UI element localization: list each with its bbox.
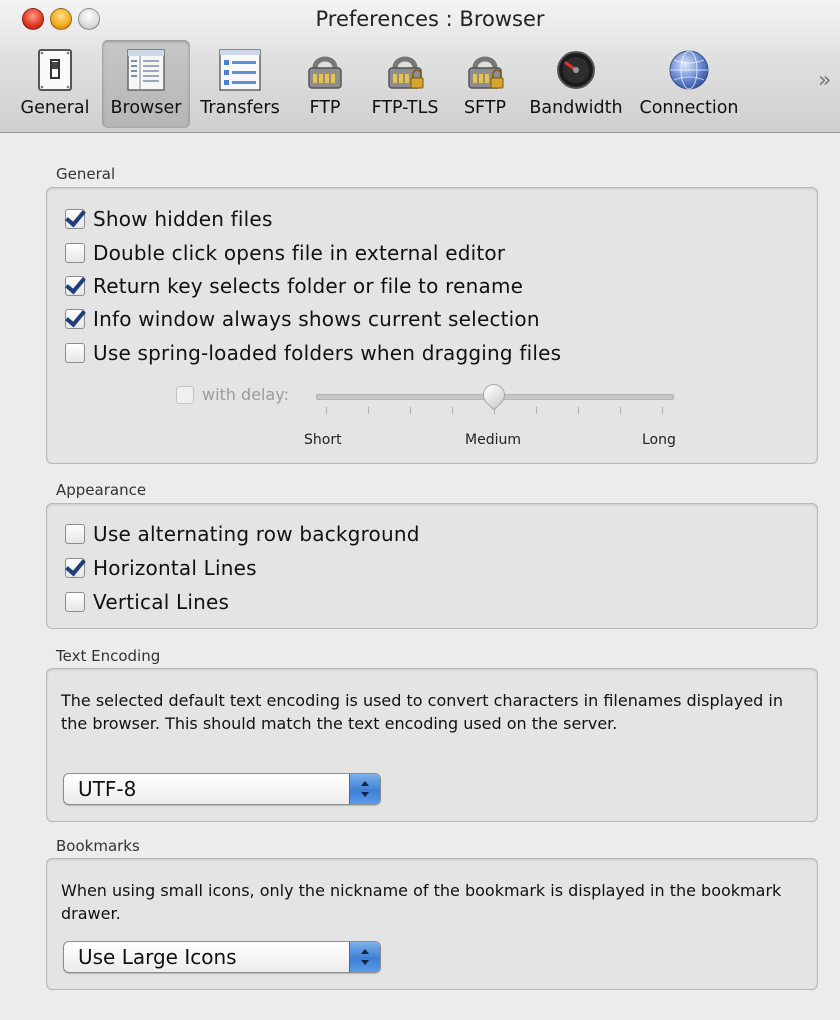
option-label: Show hidden files (93, 207, 273, 231)
horizontal-lines-checkbox[interactable] (65, 558, 85, 578)
toolbar-item-ftp-tls[interactable]: FTP-TLS (364, 40, 446, 128)
slider-label-medium: Medium (465, 432, 521, 448)
slider-tick (452, 407, 453, 414)
bookmark-icon-size-selected: Use Large Icons (78, 945, 237, 969)
transfers-list-icon (219, 49, 261, 91)
bookmarks-group: When using small icons, only the nicknam… (46, 858, 818, 990)
toolbar-label-browser: Browser (110, 98, 182, 118)
option-horizontal-lines[interactable]: Horizontal Lines (65, 554, 257, 582)
toolbar-item-connection[interactable]: Connection (632, 40, 746, 128)
slider-tick (662, 407, 663, 414)
toolbar-label-general: General (20, 98, 90, 118)
option-label: Double click opens file in external edit… (93, 241, 506, 265)
option-label: Use spring-loaded folders when dragging … (93, 341, 562, 365)
option-label: Vertical Lines (93, 590, 230, 614)
option-info-window-current-selection[interactable]: Info window always shows current selecti… (65, 305, 540, 333)
double-click-external-editor-checkbox[interactable] (65, 243, 85, 263)
network-globe-icon (669, 50, 709, 90)
browser-list-icon (127, 49, 165, 91)
ftp-tls-server-icon (388, 56, 424, 89)
toolbar-overflow-button[interactable]: » (818, 68, 831, 93)
toolbar-item-sftp[interactable]: SFTP (450, 40, 520, 128)
section-title-text-encoding: Text Encoding (56, 647, 161, 665)
text-encoding-description: The selected default text encoding is us… (61, 691, 783, 733)
alternating-row-background-checkbox[interactable] (65, 524, 85, 544)
toolbar-item-ftp[interactable]: FTP (292, 40, 358, 128)
slider-label-short: Short (304, 432, 342, 448)
spring-loaded-folders-checkbox[interactable] (65, 343, 85, 363)
option-label: Return key selects folder or file to ren… (93, 274, 524, 298)
toolbar-label-ftp-tls: FTP-TLS (371, 98, 439, 118)
with-delay-option[interactable]: with delay: (176, 385, 289, 404)
section-title-general: General (56, 165, 116, 183)
window-toolbar: Preferences : Browser General Browser Tr… (0, 0, 840, 133)
slider-tick (620, 407, 621, 414)
toolbar-label-connection: Connection (639, 98, 739, 118)
slider-tick (578, 407, 579, 414)
bookmarks-description: When using small icons, only the nicknam… (61, 881, 782, 923)
show-hidden-files-checkbox[interactable] (65, 209, 85, 229)
popup-arrows-icon (349, 774, 380, 804)
section-title-bookmarks: Bookmarks (56, 837, 140, 855)
toolbar-item-bandwidth[interactable]: Bandwidth (526, 40, 626, 128)
option-spring-loaded-folders[interactable]: Use spring-loaded folders when dragging … (65, 339, 561, 367)
text-encoding-popup[interactable]: UTF-8 (63, 773, 381, 805)
slider-tick (368, 407, 369, 414)
toolbar-item-general[interactable]: General (10, 40, 100, 128)
option-label: Info window always shows current selecti… (93, 307, 540, 331)
slider-label-long: Long (642, 432, 676, 448)
option-double-click-external-editor[interactable]: Double click opens file in external edit… (65, 239, 505, 267)
toolbar-label-bandwidth: Bandwidth (529, 98, 623, 118)
with-delay-checkbox[interactable] (176, 385, 194, 404)
popup-arrows-icon (349, 942, 380, 972)
info-window-current-selection-checkbox[interactable] (65, 309, 85, 329)
slider-tick (326, 407, 327, 414)
section-title-appearance: Appearance (56, 481, 147, 499)
appearance-group: Use alternating row background Horizonta… (46, 503, 818, 629)
option-vertical-lines[interactable]: Vertical Lines (65, 588, 229, 616)
with-delay-label: with delay: (202, 385, 289, 404)
toolbar-label-sftp: SFTP (463, 98, 507, 118)
ftp-server-icon (308, 56, 342, 89)
vertical-lines-checkbox[interactable] (65, 592, 85, 612)
window-title: Preferences : Browser (315, 7, 545, 31)
sftp-server-icon (468, 56, 504, 89)
switch-panel-icon (38, 49, 72, 91)
slider-tick (410, 407, 411, 414)
toolbar-item-transfers[interactable]: Transfers (194, 40, 286, 128)
bookmark-icon-size-popup[interactable]: Use Large Icons (63, 941, 381, 973)
toolbar-label-ftp: FTP (309, 98, 341, 118)
return-key-rename-checkbox[interactable] (65, 276, 85, 296)
slider-tick (494, 407, 495, 414)
bandwidth-gauge-icon (557, 51, 595, 89)
slider-tick (536, 407, 537, 414)
toolbar-item-browser[interactable]: Browser (102, 40, 190, 128)
option-alternating-row-background[interactable]: Use alternating row background (65, 520, 420, 548)
option-return-key-rename[interactable]: Return key selects folder or file to ren… (65, 272, 523, 300)
option-label: Horizontal Lines (93, 556, 257, 580)
general-group: Show hidden files Double click opens fil… (46, 187, 818, 464)
option-show-hidden-files[interactable]: Show hidden files (65, 205, 273, 233)
text-encoding-group: The selected default text encoding is us… (46, 668, 818, 822)
text-encoding-selected: UTF-8 (78, 777, 137, 801)
option-label: Use alternating row background (93, 522, 420, 546)
toolbar-label-transfers: Transfers (200, 98, 280, 118)
